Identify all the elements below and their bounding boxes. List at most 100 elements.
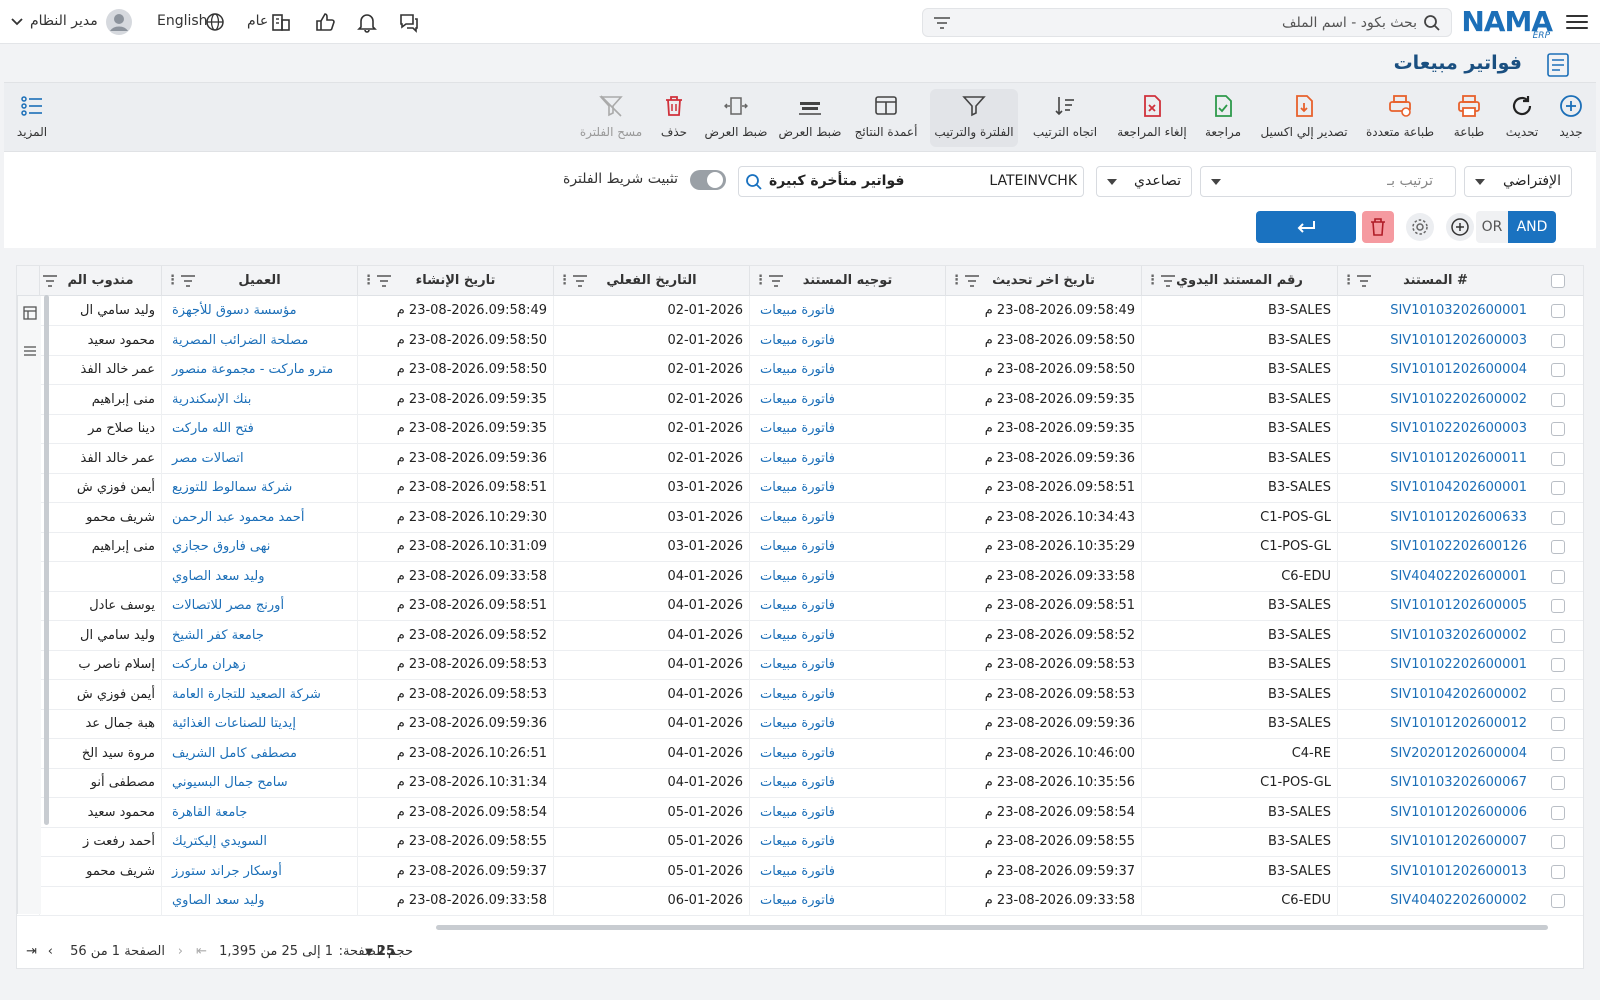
row-checkbox[interactable] [1551, 422, 1565, 436]
cell-customer[interactable]: أوسكار جراند ستورز [161, 856, 357, 887]
row-checkbox[interactable] [1551, 776, 1565, 790]
cell-doc[interactable]: SIV20201202600004 [1337, 738, 1533, 769]
cell-customer[interactable]: أحمد محمود عبد الرحمن [161, 502, 357, 533]
column-header[interactable]: تاريخ اخر تحديث ⋮ [945, 266, 1141, 296]
cell-doc[interactable]: SIV10101202600004 [1337, 355, 1533, 385]
cell-doc[interactable]: SIV10101202600005 [1337, 591, 1533, 621]
first-page-icon[interactable]: ⇤ [196, 944, 207, 959]
filter-icon[interactable] [933, 15, 951, 31]
building-icon[interactable] [270, 11, 292, 33]
cell-type[interactable]: فاتورة مبيعات [749, 532, 945, 562]
cell-customer[interactable]: مصطفى كامل الشريف [161, 738, 357, 769]
cell-customer[interactable]: شركة سمالوط للتوزيع [161, 473, 357, 503]
sort-by-select[interactable]: ترتيب بـ [1200, 166, 1456, 197]
delete-condition-button[interactable] [1362, 211, 1394, 243]
row-checkbox[interactable] [1551, 510, 1565, 525]
cancel-review-button[interactable]: إلغاء المراجعة [1112, 89, 1192, 147]
cell-doc[interactable]: SIV10101202600011 [1337, 443, 1533, 474]
row-checkbox[interactable] [1551, 304, 1565, 318]
next-page-icon[interactable]: › [48, 944, 53, 959]
cell-type[interactable]: فاتورة مبيعات [749, 886, 945, 916]
cell-customer[interactable]: مصلحة الضرائب المصرية [161, 325, 357, 356]
column-menu-icon[interactable]: ⋮ [362, 266, 375, 296]
row-checkbox[interactable] [1551, 481, 1565, 495]
column-header[interactable]: التاريخ الفعلي ⋮ [553, 266, 749, 296]
horizontal-scrollbar[interactable] [436, 925, 1548, 930]
cell-type[interactable]: فاتورة مبيعات [749, 502, 945, 533]
row-checkbox[interactable] [1551, 805, 1565, 820]
column-filter-icon[interactable] [964, 274, 980, 288]
table-row[interactable]: SIV10101202600006 B3-SALES 23-08-2026.09:5… [17, 797, 1583, 828]
cell-customer[interactable]: السويدي إليكتريك [161, 827, 357, 857]
bell-icon[interactable] [356, 11, 378, 33]
cell-doc[interactable]: SIV10101202600003 [1337, 325, 1533, 356]
row-checkbox[interactable] [1551, 658, 1565, 672]
row-checkbox[interactable] [1551, 717, 1565, 731]
table-row[interactable]: SIV10101202600003 B3-SALES 23-08-2026.09:5… [17, 325, 1583, 356]
cell-type[interactable]: فاتورة مبيعات [749, 296, 945, 326]
table-row[interactable]: SIV10101202600013 B3-SALES 23-08-2026.09:5… [17, 856, 1583, 887]
row-checkbox[interactable] [1551, 746, 1565, 761]
or-button[interactable]: OR [1476, 211, 1508, 243]
last-page-icon[interactable]: ⇥ [26, 944, 37, 959]
table-row[interactable]: SIV10101202600004 B3-SALES 23-08-2026.09:5… [17, 355, 1583, 385]
default-view-select[interactable]: الإفتراضي [1464, 166, 1572, 197]
table-row[interactable]: SIV10101202600633 C1-POS-GL 23-08-2026.10:… [17, 502, 1583, 533]
cell-type[interactable]: فاتورة مبيعات [749, 768, 945, 798]
row-checkbox[interactable] [1551, 333, 1565, 348]
cell-type[interactable]: فاتورة مبيعات [749, 620, 945, 651]
cell-doc[interactable]: SIV10104202600001 [1337, 473, 1533, 503]
row-checkbox[interactable] [1551, 687, 1565, 702]
column-filter-icon[interactable] [1160, 274, 1176, 288]
column-header[interactable]: توجيه المستند ⋮ [749, 266, 945, 296]
column-filter-icon[interactable] [768, 274, 784, 288]
cell-doc[interactable]: SIV10103202600002 [1337, 620, 1533, 651]
table-row[interactable]: SIV10102202600001 B3-SALES 23-08-2026.09:5… [17, 650, 1583, 680]
delete-button[interactable]: حذف [654, 89, 694, 147]
cell-doc[interactable]: SIV10101202600012 [1337, 709, 1533, 739]
cell-customer[interactable]: مترو ماركت - مجموعة منصور [161, 355, 357, 385]
table-row[interactable]: SIV10104202600002 B3-SALES 23-08-2026.09:5… [17, 679, 1583, 710]
page-size-value[interactable]: 25 ▼ [355, 944, 395, 959]
user-name[interactable]: مدير النظام [30, 13, 98, 29]
settings-button[interactable] [1406, 213, 1434, 241]
filter-sort-button[interactable]: الفلترة والترتيب [930, 89, 1018, 147]
cell-type[interactable]: فاتورة مبيعات [749, 561, 945, 592]
cell-doc[interactable]: SIV10104202600002 [1337, 679, 1533, 710]
cell-type[interactable]: فاتورة مبيعات [749, 591, 945, 621]
select-all-checkbox[interactable] [1551, 274, 1565, 288]
row-checkbox[interactable] [1551, 599, 1565, 613]
row-checkbox[interactable] [1551, 363, 1565, 377]
column-header[interactable]: تاريخ الإنشاء ⋮ [357, 266, 553, 296]
fit-width-button-1[interactable]: ضبط العرض [778, 89, 842, 147]
cell-type[interactable]: فاتورة مبيعات [749, 414, 945, 444]
and-button[interactable]: AND [1508, 211, 1556, 243]
cell-doc[interactable]: SIV40402202600001 [1337, 561, 1533, 592]
sort-direction-select[interactable]: تصاعدي [1096, 166, 1192, 197]
column-menu-icon[interactable]: ⋮ [1146, 266, 1159, 296]
row-checkbox[interactable] [1551, 628, 1565, 643]
list-icon[interactable] [23, 344, 37, 358]
row-checkbox[interactable] [1551, 894, 1565, 908]
prev-page-icon[interactable]: ‹ [178, 944, 183, 959]
column-menu-icon[interactable]: ⋮ [950, 266, 963, 296]
thumbs-up-icon[interactable] [314, 11, 336, 33]
cell-doc[interactable]: SIV10101202600006 [1337, 797, 1533, 828]
column-header[interactable]: العميل ⋮ [161, 266, 357, 296]
cell-doc[interactable]: SIV10102202600126 [1337, 532, 1533, 562]
cell-type[interactable]: فاتورة مبيعات [749, 856, 945, 887]
cell-type[interactable]: فاتورة مبيعات [749, 650, 945, 680]
table-row[interactable]: SIV10102202600003 B3-SALES 23-08-2026.09:5… [17, 414, 1583, 444]
row-checkbox[interactable] [1551, 864, 1565, 879]
column-header[interactable]: رقم المستند اليدوي ⋮ [1141, 266, 1337, 296]
chat-icon[interactable] [398, 11, 420, 33]
table-row[interactable]: SIV10101202600012 B3-SALES 23-08-2026.09:5… [17, 709, 1583, 739]
column-filter-icon[interactable] [42, 274, 58, 288]
table-row[interactable]: SIV10103202600001 B3-SALES 23-08-2026.09:5… [17, 296, 1583, 326]
avatar-icon[interactable] [106, 9, 132, 35]
fit-width-button-2[interactable]: ضبط العرض [704, 89, 768, 147]
branch-label[interactable]: عام [247, 13, 268, 29]
row-checkbox[interactable] [1551, 569, 1565, 584]
pin-filter-toggle[interactable] [690, 170, 726, 190]
table-row[interactable]: SIV10104202600001 B3-SALES 23-08-2026.09:5… [17, 473, 1583, 503]
